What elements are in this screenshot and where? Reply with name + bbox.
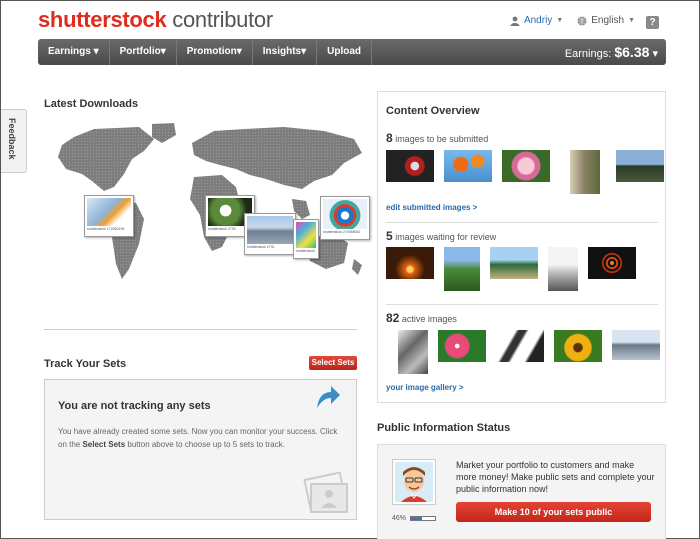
image-thumb[interactable] [616, 150, 664, 182]
image-thumb[interactable] [548, 247, 578, 291]
content-overview-panel: Content Overview 8 images to be submitte… [377, 91, 666, 403]
chevron-down-icon: ▾ [301, 46, 307, 57]
download-thumb[interactable]: shutterstock 274068041 [320, 196, 370, 240]
image-gallery-link[interactable]: your image gallery > [386, 383, 464, 392]
help-button[interactable]: ? [646, 16, 659, 29]
nav-portfolio[interactable]: Portfolio▾ [110, 39, 177, 65]
edit-submitted-images-link[interactable]: edit submitted images > [386, 203, 477, 212]
review-count: 5 [386, 229, 393, 243]
make-sets-public-button[interactable]: Make 10 of your sets public [456, 502, 651, 522]
image-thumb[interactable] [398, 330, 428, 374]
section-divider [44, 329, 357, 330]
public-info-text: Market your portfolio to customers and m… [456, 460, 655, 494]
image-thumb[interactable] [444, 150, 492, 182]
review-header: 5 images waiting for review [386, 229, 497, 243]
content-overview-title: Content Overview [386, 105, 480, 117]
image-thumb[interactable] [386, 150, 434, 182]
logo-brand: shutterstock [38, 7, 167, 32]
submitted-thumbs [386, 150, 664, 194]
latest-downloads-title: Latest Downloads [44, 98, 139, 110]
avatar-icon [395, 462, 433, 502]
select-sets-button[interactable]: Select Sets [309, 356, 357, 370]
chevron-down-icon: ▼ [628, 17, 635, 24]
download-thumb[interactable]: shutterstock 2731 [244, 213, 296, 255]
shutterstock-logo[interactable]: shutterstock contributor [38, 7, 273, 33]
progress-percent: 46% [392, 515, 407, 522]
download-caption: shutterstock 274068041 [323, 230, 361, 234]
earnings-value: $6.38 [614, 44, 650, 60]
overview-divider [386, 304, 658, 305]
image-thumb[interactable] [444, 247, 480, 291]
user-name: Andriy [523, 15, 553, 26]
not-tracking-text: You have already created some sets. Now … [58, 427, 338, 449]
track-sets-title: Track Your Sets [44, 358, 127, 370]
main-nav: Earnings ▾ Portfolio▾ Promotion▾ Insight… [38, 39, 666, 65]
chevron-down-icon: ▾ [652, 48, 658, 60]
earnings-label: Earnings: [564, 48, 612, 60]
download-caption: shutterstock 2731 [247, 245, 275, 249]
image-thumb[interactable] [554, 330, 602, 362]
public-info-panel: Market your portfolio to customers and m… [377, 444, 666, 539]
download-caption: shutterstock 27306 [296, 249, 316, 253]
download-image [296, 222, 316, 248]
logo-sub: contributor [166, 7, 273, 32]
downloads-map: shutterstock 172060199 shutterstock 2730… [44, 119, 370, 311]
chevron-down-icon: ▾ [236, 46, 242, 57]
image-thumb[interactable] [438, 330, 486, 362]
track-sets-panel: You are not tracking any sets You have a… [44, 379, 357, 520]
review-thumbs [386, 247, 636, 291]
chevron-down-icon: ▾ [93, 46, 99, 57]
image-thumb[interactable] [570, 150, 600, 194]
image-thumb[interactable] [496, 330, 544, 362]
submitted-count: 8 [386, 131, 393, 145]
download-image [323, 199, 367, 229]
image-thumb[interactable] [612, 330, 660, 360]
nav-insights[interactable]: Insights▾ [253, 39, 318, 65]
top-links: Andriy ▼ English ▼ [510, 15, 635, 26]
photo-set-icon [303, 472, 348, 513]
select-sets-ref: Select Sets [82, 440, 126, 449]
chevron-down-icon: ▼ [556, 17, 564, 24]
feedback-tab[interactable]: Feedback [1, 109, 27, 173]
image-thumb[interactable] [490, 247, 538, 279]
language-label: English [591, 15, 625, 26]
not-tracking-heading: You are not tracking any sets [58, 400, 211, 412]
download-image [247, 216, 293, 244]
earnings-summary[interactable]: Earnings: $6.38 ▾ [565, 44, 666, 60]
image-thumb[interactable] [502, 150, 550, 182]
progress-fill [411, 517, 423, 520]
globe-icon [577, 16, 587, 25]
download-thumb[interactable]: shutterstock 172060199 [84, 195, 134, 237]
nav-earnings[interactable]: Earnings ▾ [38, 39, 110, 65]
download-thumb[interactable]: shutterstock 27306 [293, 219, 319, 259]
download-caption: shutterstock 172060199 [87, 227, 125, 231]
feedback-label: Feedback [7, 118, 17, 160]
avatar[interactable] [392, 459, 436, 505]
chevron-down-icon: ▾ [160, 46, 166, 57]
download-image [87, 198, 131, 226]
image-thumb[interactable] [386, 247, 434, 279]
progress-bar [410, 516, 436, 521]
active-count: 82 [386, 311, 400, 325]
submitted-header: 8 images to be submitted [386, 131, 489, 145]
active-header: 82 active images [386, 311, 457, 325]
overview-divider [386, 222, 658, 223]
nav-upload[interactable]: Upload [317, 39, 373, 65]
nav-promotion[interactable]: Promotion▾ [177, 39, 253, 65]
user-icon [510, 16, 520, 26]
curved-arrow-icon [317, 386, 340, 408]
language-menu[interactable]: English ▼ [577, 15, 635, 26]
public-info-title: Public Information Status [377, 422, 511, 434]
user-menu[interactable]: Andriy ▼ [510, 15, 563, 26]
active-thumbs [386, 330, 660, 374]
image-thumb[interactable] [588, 247, 636, 279]
